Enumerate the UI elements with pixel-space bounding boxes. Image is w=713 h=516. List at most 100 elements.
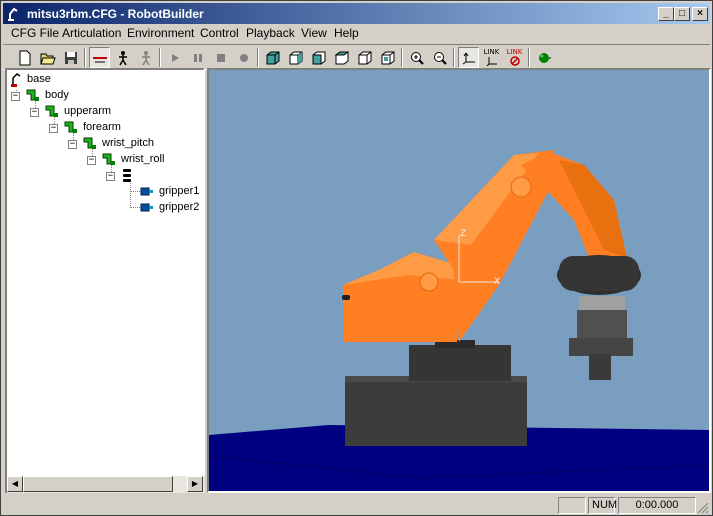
3d-viewport[interactable]: Z X (207, 68, 711, 493)
tree-node-upperarm[interactable]: − upperarm (7, 104, 197, 120)
menu-articulation[interactable]: Articulation (58, 26, 125, 42)
save-button[interactable] (60, 47, 81, 68)
record-icon (239, 53, 248, 62)
collapse-toggle[interactable]: − (87, 156, 96, 165)
tree-node-gripper2[interactable]: gripper2 (7, 200, 199, 216)
resize-grip-icon[interactable] (697, 502, 709, 514)
link-axes-label: LINK (483, 48, 500, 56)
open-folder-icon (39, 53, 56, 64)
stop-icon (216, 53, 225, 62)
num-lock-indicator: NUM (588, 497, 617, 514)
tree-node-gripper1[interactable]: gripper1 (7, 184, 200, 200)
robot-scene: Z X (209, 150, 709, 491)
toolbar-separator (453, 48, 455, 67)
green-ball-button[interactable] (533, 47, 554, 68)
collapse-toggle[interactable]: − (68, 140, 77, 149)
tree-node-label: base (27, 73, 51, 85)
menu-control[interactable]: Control (196, 26, 243, 42)
tree-node-body[interactable]: − body (7, 88, 197, 104)
view-cube-3-icon (312, 51, 325, 64)
axes-toggle-button[interactable] (458, 47, 479, 68)
toolbar-separator (84, 48, 86, 67)
toolbar-separator (401, 48, 403, 67)
minimize-button[interactable]: _ (658, 7, 674, 21)
robot-gripper (569, 338, 633, 356)
scroll-right-button[interactable]: ▶ (187, 476, 203, 492)
tree-node-wrist-roll[interactable]: − wrist_roll (7, 152, 197, 168)
pause-icon (193, 53, 202, 62)
status-panel-empty (558, 497, 586, 514)
view-button-4[interactable] (331, 47, 352, 68)
robot-pedestal (409, 345, 511, 381)
view-button-5[interactable] (354, 47, 375, 68)
close-button[interactable]: × (692, 7, 708, 21)
collapse-toggle[interactable]: − (106, 172, 115, 181)
application-window: mitsu3rbm.CFG - RobotBuilder _ □ × CFG F… (0, 0, 713, 516)
link-edit-button[interactable] (89, 47, 110, 68)
menu-bar: CFG File Articulation Environment Contro… (3, 24, 710, 43)
axes-toggle-icon (462, 52, 475, 64)
scroll-left-button[interactable]: ◀ (7, 476, 23, 492)
green-ball-icon (538, 52, 551, 63)
link-icon (45, 105, 58, 117)
collapse-toggle[interactable]: − (49, 124, 58, 133)
tree-node-base[interactable]: base (7, 72, 197, 88)
z-axis-label: Z (460, 229, 466, 239)
view-button-6[interactable] (377, 47, 398, 68)
tree-node-forearm[interactable]: − forearm (7, 120, 197, 136)
toolbar-separator (528, 48, 530, 67)
walker-icon (118, 50, 127, 65)
x-axis-label: X (494, 277, 500, 287)
branch-icon (123, 169, 131, 182)
tree-node-wrist-pitch[interactable]: − wrist_pitch (7, 136, 197, 152)
maximize-button[interactable]: □ (674, 7, 690, 21)
gripper-icon (140, 203, 153, 212)
menu-cfg-file[interactable]: CFG File (7, 26, 63, 42)
tree-node-label: gripper1 (159, 185, 200, 197)
collapse-toggle[interactable]: − (11, 92, 20, 101)
open-button[interactable] (37, 47, 58, 68)
view-button-2[interactable] (285, 47, 306, 68)
title-bar[interactable]: mitsu3rbm.CFG - RobotBuilder _ □ × (3, 3, 710, 24)
menu-environment[interactable]: Environment (123, 26, 198, 42)
robot-arm-icon (8, 7, 18, 21)
scroll-thumb[interactable] (23, 476, 173, 492)
tree-node-label: upperarm (64, 105, 112, 117)
zoom-out-button[interactable] (429, 47, 450, 68)
view-cube-5-icon (358, 51, 371, 64)
walker-ghost-icon (141, 50, 150, 65)
view-button-1[interactable] (262, 47, 283, 68)
record-button[interactable] (233, 47, 254, 68)
zoom-in-icon (410, 51, 424, 65)
play-button[interactable] (164, 47, 185, 68)
robot-base (345, 378, 527, 446)
link-icon (102, 153, 115, 165)
playback-time: 0:00.000 (618, 497, 696, 514)
base-icon (11, 73, 21, 87)
link-edit-icon (92, 56, 107, 62)
view-button-3[interactable] (308, 47, 329, 68)
view-cube-4-icon (334, 51, 349, 64)
menu-view[interactable]: View (297, 26, 331, 42)
tree-node-branch[interactable]: − (7, 168, 197, 184)
pause-button[interactable] (187, 47, 208, 68)
collapse-toggle[interactable]: − (30, 108, 39, 117)
view-cube-6-icon (381, 51, 394, 64)
link-tree-panel[interactable]: base − body − upperarm − forearm − wrist… (5, 68, 205, 492)
new-file-icon (19, 50, 30, 65)
save-disk-icon (64, 51, 77, 64)
view-cube-1-icon (266, 51, 279, 64)
zoom-in-button[interactable] (406, 47, 427, 68)
link-axes-button[interactable]: LINK (481, 47, 502, 68)
stop-button[interactable] (210, 47, 231, 68)
link-icon (83, 137, 96, 149)
menu-help[interactable]: Help (330, 26, 363, 42)
link-off-button[interactable]: LINK (504, 47, 525, 68)
walker-button[interactable] (112, 47, 133, 68)
tree-node-label: forearm (83, 121, 121, 133)
walker-ghost-button[interactable] (135, 47, 156, 68)
new-file-button[interactable] (14, 47, 35, 68)
horizontal-scrollbar[interactable]: ◀ ▶ (5, 476, 205, 493)
menu-playback[interactable]: Playback (242, 26, 299, 42)
link-off-icon (509, 56, 520, 66)
